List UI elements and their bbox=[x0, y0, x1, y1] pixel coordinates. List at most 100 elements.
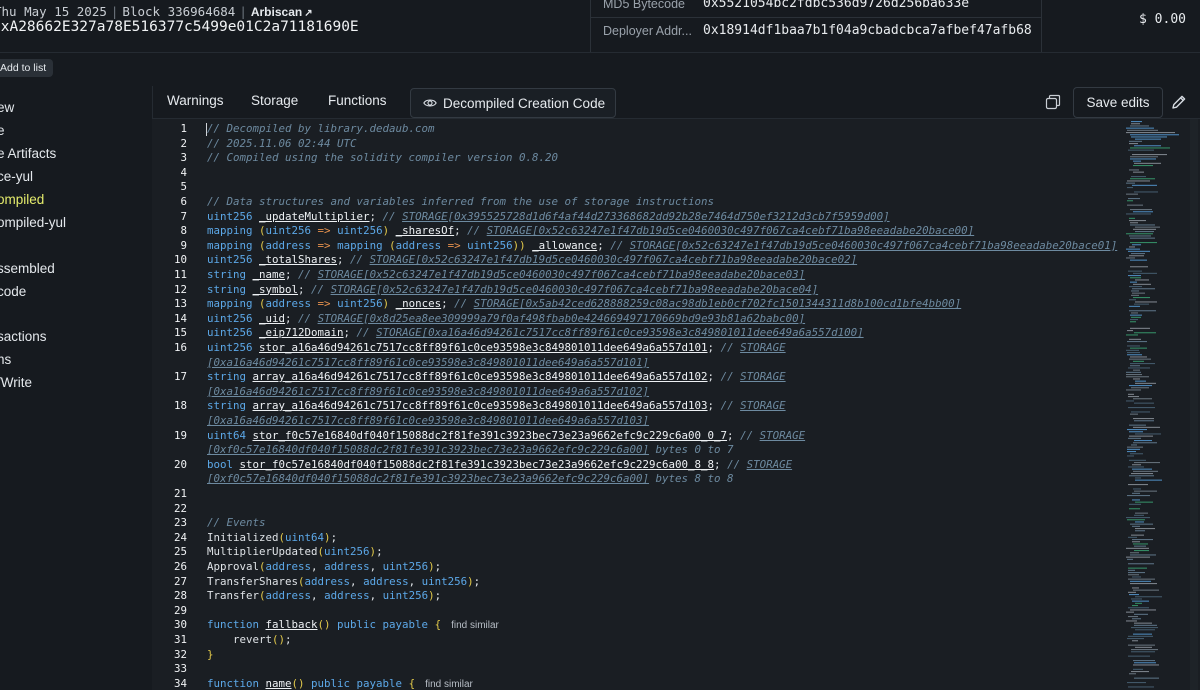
minimap-line bbox=[1128, 466, 1144, 468]
code-line: 20 bool stor_f0c57e16840df040f15088dc2f81… bbox=[152, 457, 792, 472]
find-similar-link[interactable]: find similar bbox=[425, 679, 473, 690]
minimap-line bbox=[1129, 385, 1152, 387]
sidebar-item-source[interactable]: e bbox=[0, 123, 5, 138]
sidebar-item-decompiled[interactable]: ompiled bbox=[0, 192, 44, 207]
minimap-line bbox=[1126, 374, 1142, 376]
tab-decompiled-creation-code[interactable]: Decompiled Creation Code bbox=[410, 88, 616, 118]
minimap-line bbox=[1129, 217, 1135, 219]
minimap-line bbox=[1128, 270, 1142, 272]
minimap-line bbox=[1131, 123, 1140, 125]
minimap-line bbox=[1126, 182, 1135, 184]
minimap-line bbox=[1127, 352, 1140, 354]
minimap-line bbox=[1133, 442, 1157, 444]
minimap-line bbox=[1133, 211, 1153, 213]
code-minimap[interactable] bbox=[1124, 119, 1186, 690]
minimap-line bbox=[1133, 418, 1154, 420]
code-line: 32} bbox=[152, 647, 214, 662]
save-edits-button[interactable]: Save edits bbox=[1073, 87, 1163, 118]
find-similar-link[interactable]: find similar bbox=[451, 620, 499, 631]
minimap-line bbox=[1126, 371, 1141, 373]
minimap-line bbox=[1133, 160, 1141, 162]
balance-price: $ 0.00 bbox=[1139, 12, 1186, 27]
minimap-line bbox=[1128, 686, 1154, 688]
code-line: [0xa16a46d94261c7517cc8ff89f61c0ce93598e… bbox=[152, 385, 649, 399]
minimap-line bbox=[1128, 393, 1134, 395]
minimap-line bbox=[1131, 671, 1149, 673]
minimap-line bbox=[1126, 193, 1138, 195]
sidebar-item-functions[interactable]: ns bbox=[0, 352, 11, 367]
minimap-line bbox=[1132, 525, 1140, 527]
minimap-line bbox=[1126, 376, 1149, 378]
line-number: 20 bbox=[173, 457, 187, 471]
sidebar-item-read-write[interactable]: /Write bbox=[0, 375, 32, 390]
code-text: // 2025.11.06 02:44 UTC bbox=[207, 136, 357, 150]
minimap-line bbox=[1129, 594, 1139, 596]
vertical-scrollbar[interactable] bbox=[1190, 119, 1198, 690]
minimap-line bbox=[1132, 292, 1145, 294]
minimap-line bbox=[1130, 224, 1155, 226]
tab-storage[interactable]: Storage bbox=[251, 93, 298, 108]
minimap-line bbox=[1134, 622, 1152, 624]
minimap-line bbox=[1133, 668, 1143, 670]
code-line: 19 uint64 stor_f0c57e16840df040f15088dc2f… bbox=[152, 428, 805, 443]
minimap-line bbox=[1133, 488, 1141, 490]
code-toolbar: Warnings Storage Functions Decompiled Cr… bbox=[152, 86, 1200, 119]
code-text: string array_a16a46d94261c7517cc8ff89f61… bbox=[207, 399, 786, 413]
line-number: 22 bbox=[173, 501, 187, 515]
minimap-line bbox=[1132, 184, 1157, 186]
minimap-line bbox=[1126, 611, 1134, 613]
code-line: 6 // Data structures and variables inferr… bbox=[152, 195, 714, 209]
line-number: 30 bbox=[173, 618, 187, 632]
sidebar-item-bytecode[interactable]: code bbox=[0, 284, 26, 299]
minimap-line bbox=[1132, 640, 1138, 642]
code-text: // Decompiled by library.dedaub.com bbox=[207, 122, 435, 135]
code-editor[interactable]: 1 // Decompiled by library.dedaub.com 2 // … bbox=[152, 119, 1200, 690]
minimap-line bbox=[1129, 299, 1136, 301]
sidebar-item-disassembled[interactable]: ssembled bbox=[0, 261, 55, 276]
minimap-line bbox=[1129, 459, 1146, 461]
minimap-line bbox=[1127, 682, 1146, 684]
line-number: 32 bbox=[173, 647, 187, 661]
code-line: 30 function fallback() public payable {fi… bbox=[152, 618, 499, 632]
minimap-line bbox=[1135, 530, 1145, 532]
arbiscan-link[interactable]: Arbiscan ↗ bbox=[251, 5, 313, 19]
tab-functions[interactable]: Functions bbox=[328, 93, 387, 108]
deployer-address[interactable]: 0x18914df1baa7b1f04a9cbadcbca7afbef47afb… bbox=[703, 23, 1032, 38]
minimap-line bbox=[1132, 154, 1167, 156]
code-text: revert(); bbox=[207, 633, 292, 646]
minimap-line bbox=[1128, 574, 1139, 576]
minimap-line bbox=[1127, 129, 1158, 131]
minimap-line bbox=[1129, 673, 1136, 675]
pencil-icon[interactable] bbox=[1171, 94, 1187, 110]
sidebar-item-source-artifacts[interactable]: e Artifacts bbox=[0, 146, 56, 161]
sidebar-item-overview[interactable]: ew bbox=[0, 100, 14, 115]
sidebar-item-transactions[interactable]: sactions bbox=[0, 329, 47, 344]
minimap-line bbox=[1128, 616, 1138, 618]
minimap-line bbox=[1129, 143, 1138, 145]
sidebar-item-source-yul[interactable]: ce-yul bbox=[0, 169, 33, 184]
code-text: // Compiled using the solidity compiler … bbox=[207, 151, 559, 165]
code-line: 33 bbox=[152, 662, 187, 676]
line-number: 15 bbox=[173, 326, 187, 340]
minimap-line bbox=[1135, 231, 1154, 233]
add-to-list-button[interactable]: Add to list bbox=[0, 59, 54, 77]
code-text: string array_a16a46d94261c7517cc8ff89f61… bbox=[207, 370, 786, 384]
tab-warnings[interactable]: Warnings bbox=[167, 93, 224, 108]
line-number: 19 bbox=[173, 428, 187, 442]
minimap-line bbox=[1135, 226, 1160, 228]
copy-icon[interactable] bbox=[1045, 94, 1061, 110]
tab-decompiled-creation-code-label: Decompiled Creation Code bbox=[443, 95, 606, 111]
code-text: Approval(address, address, uint256); bbox=[207, 560, 442, 573]
sidebar-item-decompiled-yul[interactable]: ompiled-yul bbox=[0, 215, 66, 230]
minimap-line bbox=[1129, 338, 1141, 340]
minimap-line bbox=[1127, 345, 1140, 347]
minimap-line bbox=[1130, 609, 1156, 611]
minimap-line bbox=[1133, 171, 1144, 173]
minimap-line bbox=[1128, 396, 1139, 398]
minimap-line bbox=[1134, 662, 1156, 664]
minimap-line bbox=[1131, 312, 1138, 314]
code-line: 27 TransferShares(address, address, uint2… bbox=[152, 575, 480, 589]
line-number: 33 bbox=[173, 662, 187, 676]
minimap-line bbox=[1134, 332, 1156, 334]
deployer-label: Deployer Addr... bbox=[603, 24, 692, 38]
